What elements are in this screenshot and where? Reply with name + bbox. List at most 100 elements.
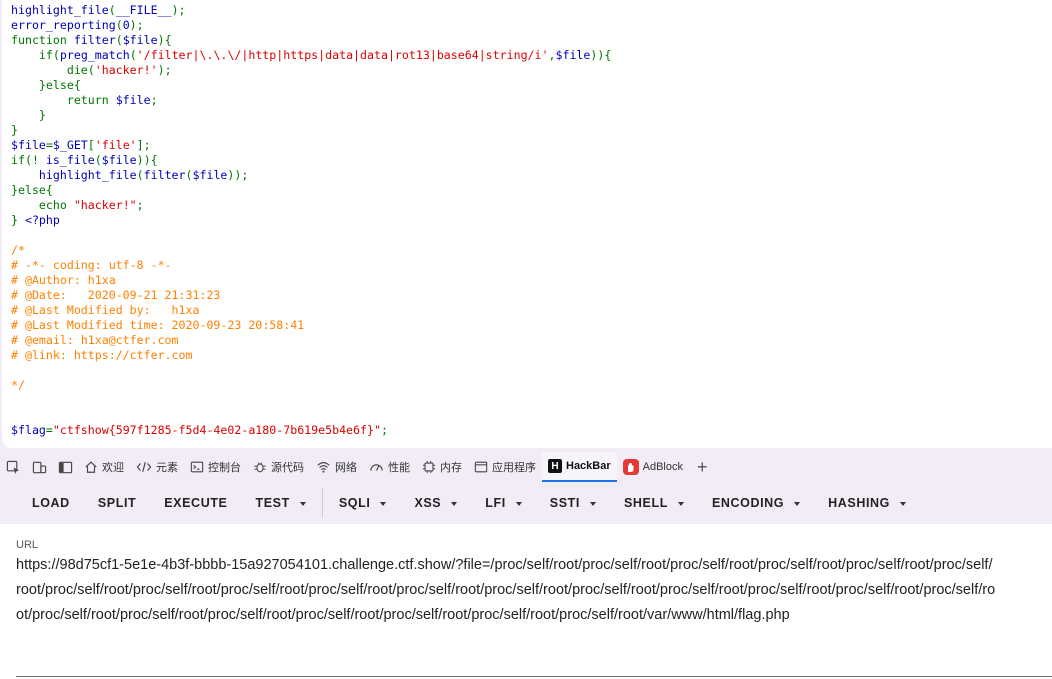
code-token: $_GET: [52, 138, 88, 152]
code-token: [: [87, 138, 95, 152]
code-token: is_file: [45, 153, 95, 167]
bug-icon: [253, 460, 267, 474]
split-button[interactable]: SPLIT: [84, 482, 150, 524]
load-button[interactable]: LOAD: [18, 482, 84, 524]
devtools-tab-code-brackets[interactable]: 元素: [130, 452, 184, 482]
code-token: ];: [136, 138, 151, 152]
devtools-tab-memory[interactable]: 内存: [416, 452, 468, 482]
code-token: 0: [122, 18, 130, 32]
code-line: # @link: https://ctfer.com: [11, 348, 1052, 363]
code-token: (: [185, 168, 193, 182]
caret-down-icon: [451, 501, 458, 506]
url-input-underline: [16, 676, 1052, 677]
code-token: highlight_file: [11, 3, 109, 17]
code-line: # @Date: 2020-09-21 21:31:23: [11, 288, 1052, 303]
code-token: =: [45, 423, 53, 437]
code-token: (: [115, 33, 123, 47]
ssti-button[interactable]: SSTI: [536, 482, 610, 524]
hackbar-url-panel: URL https://98d75cf1-5e1e-4b3f-bbbb-15a9…: [0, 524, 1052, 679]
code-line: # @Last Modified by: h1xa: [11, 303, 1052, 318]
url-input[interactable]: https://98d75cf1-5e1e-4b3f-bbbb-15a92705…: [16, 553, 996, 628]
caret-down-icon: [794, 501, 801, 506]
code-line: # @Last Modified time: 2020-09-23 20:58:…: [11, 318, 1052, 333]
code-token: }else{: [11, 78, 81, 92]
code-token: ;: [136, 198, 144, 212]
sqli-button[interactable]: SQLI: [325, 482, 401, 524]
devtools-tab-console[interactable]: 控制台: [184, 452, 247, 482]
code-token: <?php: [24, 213, 60, 227]
code-token: (: [115, 18, 123, 32]
code-token: # @Last Modified time: 2020-09-23 20:58:…: [11, 318, 305, 332]
code-token: (: [136, 168, 144, 182]
hashing-button[interactable]: HASHING: [814, 482, 920, 524]
dock-side-icon[interactable]: [52, 452, 78, 482]
code-token: return: [11, 93, 116, 107]
code-token: die(: [11, 63, 95, 77]
code-token: # @Last Modified by: h1xa: [11, 303, 200, 317]
code-token: $flag: [11, 423, 46, 437]
caret-down-icon: [380, 501, 387, 506]
code-token: if(: [11, 48, 60, 62]
code-token: }: [11, 108, 46, 122]
devtools-tab-home[interactable]: 欢迎: [78, 452, 130, 482]
lfi-button[interactable]: LFI: [471, 482, 536, 524]
code-token: );: [171, 3, 186, 17]
devtools-tab-label: HackBar: [566, 460, 611, 472]
console-icon: [190, 460, 204, 474]
caret-down-icon: [677, 501, 684, 506]
execute-button[interactable]: EXECUTE: [150, 482, 241, 524]
code-line: $file=$_GET['file'];: [11, 138, 1052, 153]
code-line: return $file;: [11, 93, 1052, 108]
devtools-tab-bug[interactable]: 源代码: [247, 452, 310, 482]
code-line: if(preg_match('/filter|\.\.\/|http|https…: [11, 48, 1052, 63]
code-token: if(!: [11, 153, 46, 167]
code-token: 'file': [94, 138, 137, 152]
code-line: die('hacker!');: [11, 63, 1052, 78]
code-line: function filter($file){: [11, 33, 1052, 48]
code-token: }: [11, 213, 25, 227]
code-token: $file: [101, 153, 137, 167]
device-emulation-icon[interactable]: [26, 452, 52, 482]
code-token: "hacker!": [73, 198, 137, 212]
code-token: error_reporting: [11, 18, 116, 32]
code-token: filter: [73, 33, 116, 47]
code-token: ){: [157, 33, 172, 47]
devtools-tab-performance[interactable]: 性能: [363, 452, 416, 482]
code-line: if(! is_file($file)){: [11, 153, 1052, 168]
code-token: preg_match: [59, 48, 130, 62]
caret-down-icon: [299, 501, 306, 506]
url-label: URL: [16, 539, 39, 551]
code-token: );: [129, 18, 144, 32]
devtools-tab-wifi[interactable]: 网络: [310, 452, 363, 482]
code-token: 'hacker!': [94, 63, 158, 77]
button-label: SQLI: [338, 496, 371, 510]
code-token: (: [129, 48, 137, 62]
code-line: */: [11, 378, 1052, 393]
php-source-view: highlight_file(__FILE__); error_reporting…: [2, 0, 1052, 448]
shell-button[interactable]: SHELL: [610, 482, 698, 524]
devtools-tab-label: 源代码: [271, 462, 304, 474]
button-label: EXECUTE: [164, 496, 228, 510]
performance-icon: [369, 460, 384, 474]
code-token: $file: [555, 48, 591, 62]
code-token: ;: [150, 93, 158, 107]
code-token: filter: [143, 168, 186, 182]
inspect-element-icon[interactable]: [0, 452, 26, 482]
add-tab-plus-icon[interactable]: +: [689, 457, 716, 478]
application-icon: [474, 460, 488, 474]
devtools-tab-application[interactable]: 应用程序: [468, 452, 542, 482]
code-line: error_reporting(0);: [11, 18, 1052, 33]
devtools-tab-adblock[interactable]: AdBlock: [617, 452, 689, 482]
button-label: ENCODING: [711, 496, 785, 510]
button-label: LOAD: [32, 496, 70, 510]
devtools-tab-hackbar[interactable]: H HackBar: [542, 452, 617, 482]
test-button[interactable]: TEST: [242, 482, 320, 524]
code-token: /*: [11, 243, 25, 257]
code-line: } <?php: [11, 213, 1052, 228]
code-token: "ctfshow{597f1285-f5d4-4e02-a180-7b619e5…: [52, 423, 381, 437]
xss-button[interactable]: XSS: [400, 482, 471, 524]
button-label: SSTI: [549, 496, 580, 510]
encoding-button[interactable]: ENCODING: [698, 482, 814, 524]
